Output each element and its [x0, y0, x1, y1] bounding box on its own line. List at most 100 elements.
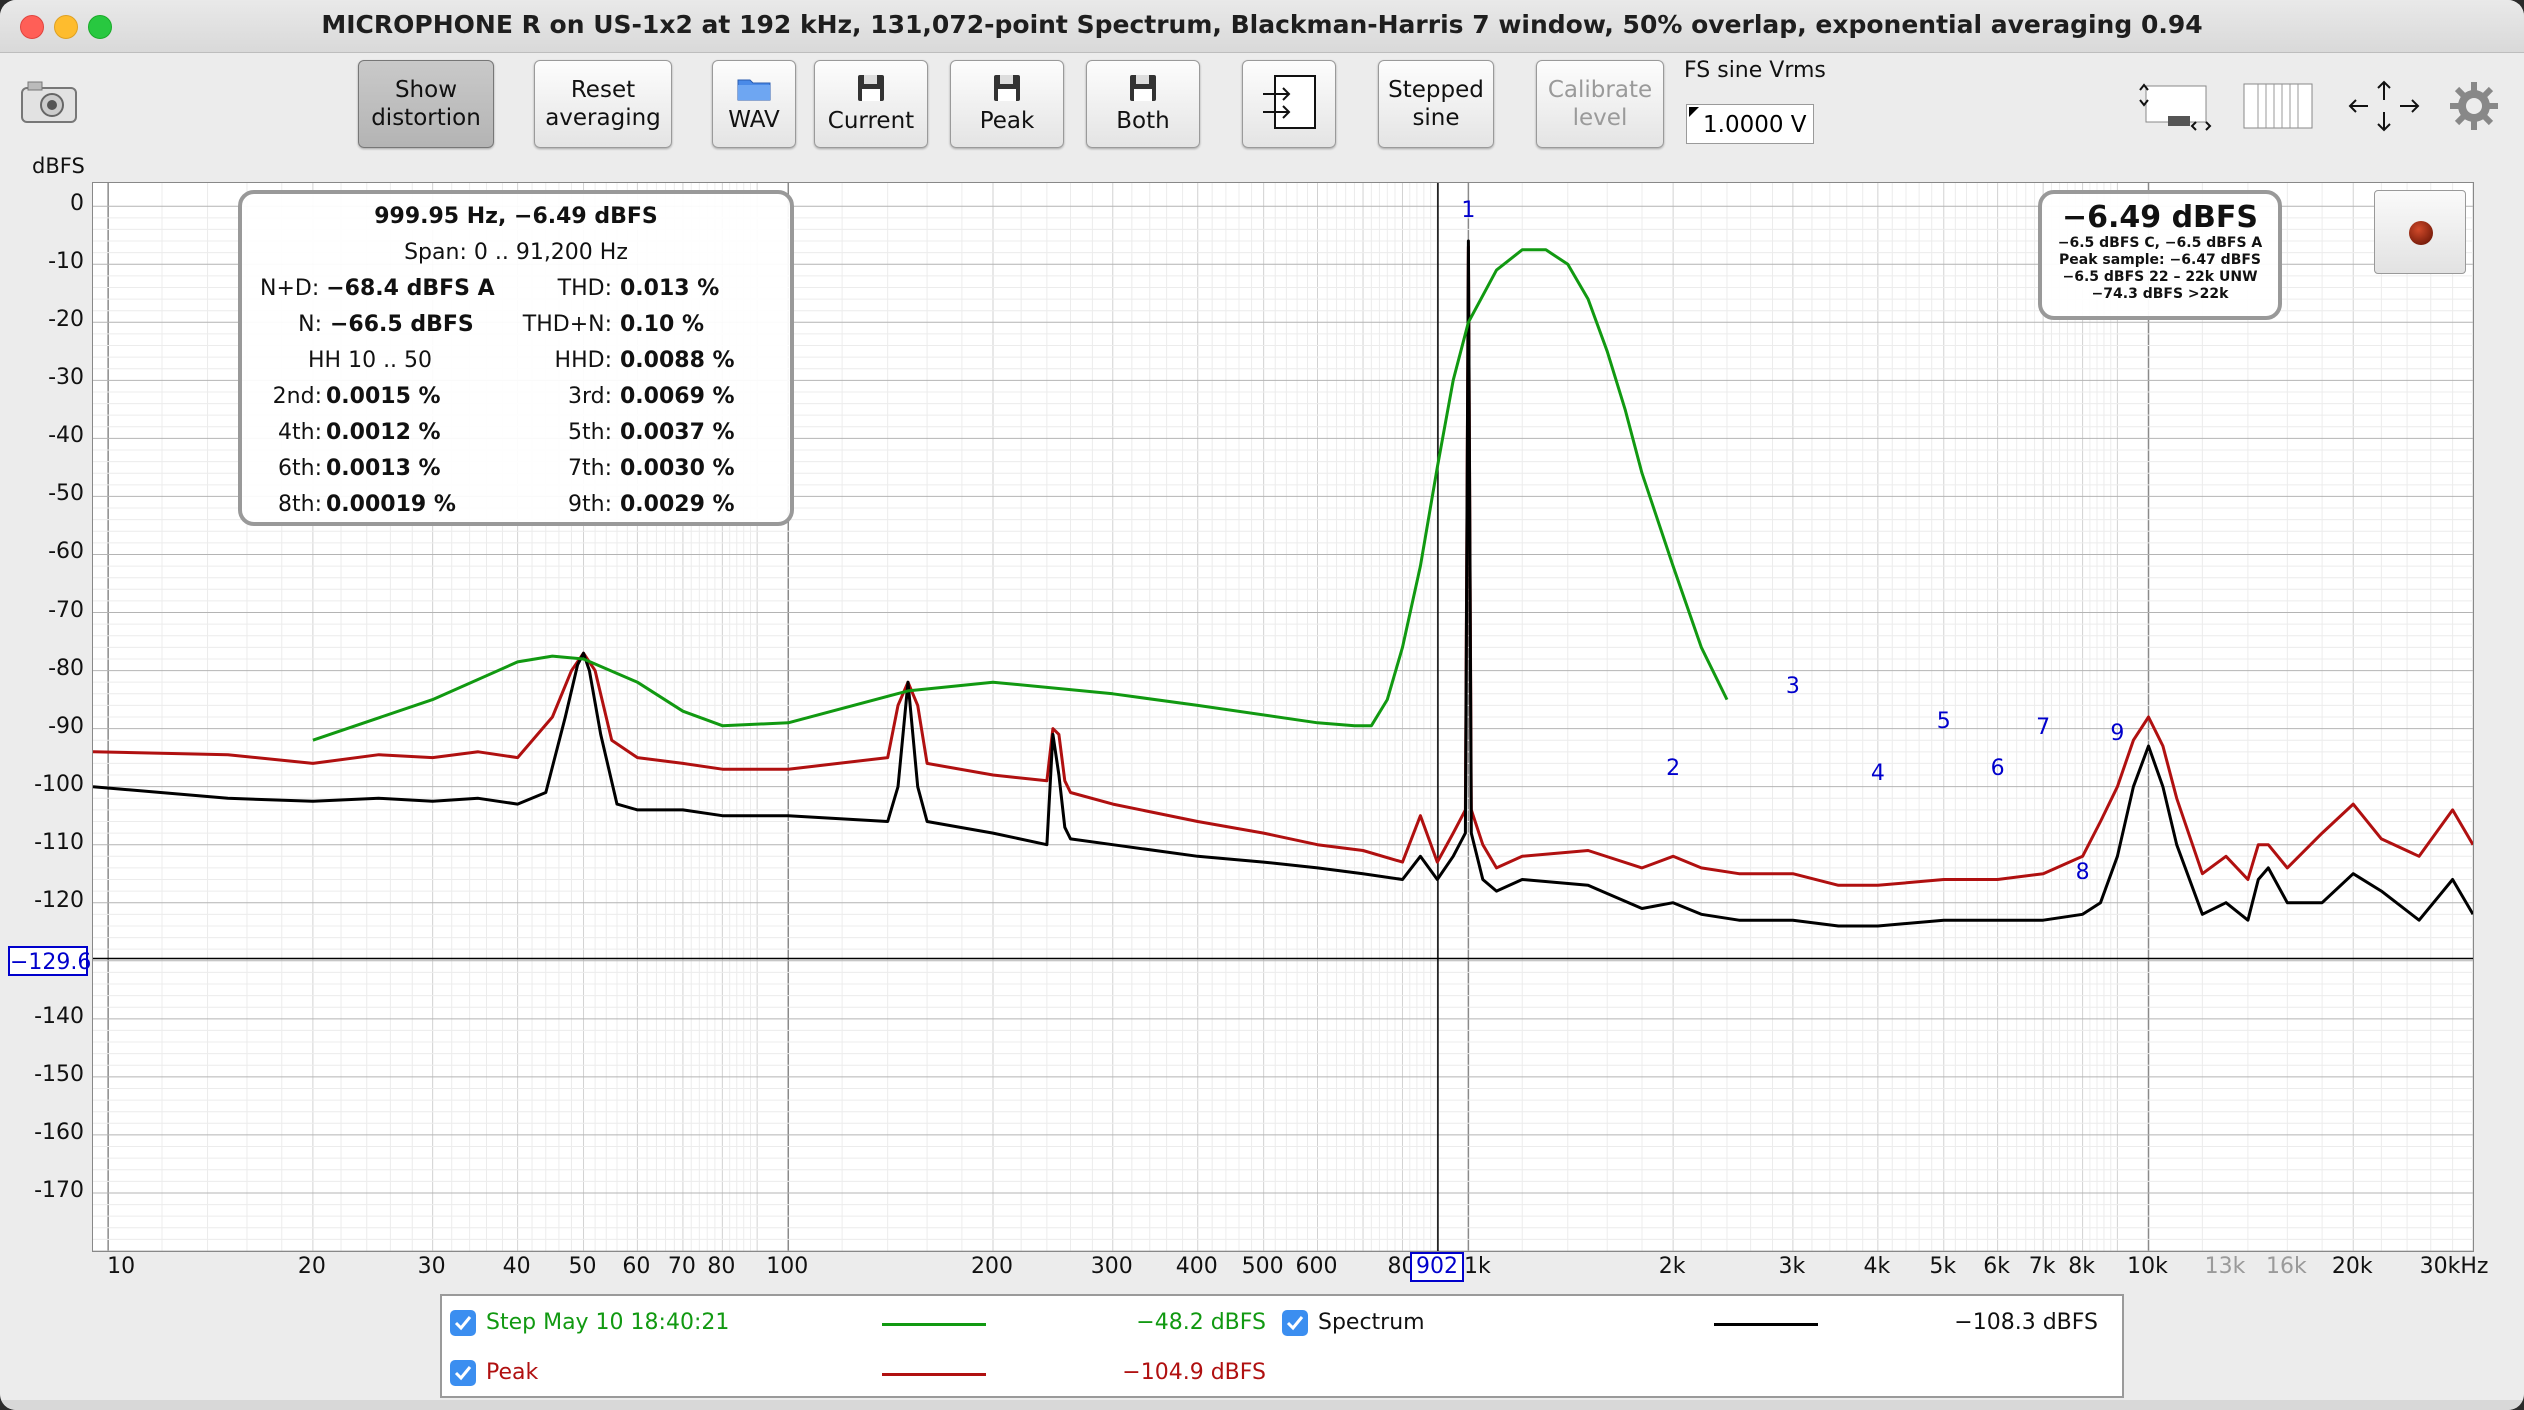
y-tick-label: 0 — [70, 191, 84, 217]
harmonic-marker-1: 1 — [1461, 198, 1476, 224]
h5-value: 0.0037 % — [620, 420, 735, 445]
y-cursor-readout[interactable]: −129.6 — [8, 946, 91, 976]
level-unweighted: −6.5 dBFS 22 – 22k UNW — [2062, 269, 2258, 285]
save-current-button[interactable]: Current — [814, 60, 928, 148]
y-tick-label: -160 — [34, 1119, 84, 1145]
show-distortion-button[interactable]: Show distortion — [358, 60, 494, 148]
spectrum-checkbox[interactable] — [1282, 1310, 1308, 1336]
wav-label: WAV — [728, 107, 780, 133]
y-tick-label: -80 — [48, 655, 84, 681]
spectrum-legend-value: −108.3 dBFS — [1954, 1310, 2098, 1335]
fs-sine-value: 1.0000 V — [1703, 112, 1807, 138]
level-weighted: −6.5 dBFS C, −6.5 dBFS A — [2057, 235, 2263, 251]
x-tick-label: 100 — [766, 1254, 809, 1279]
expand-arrows-icon[interactable] — [2346, 78, 2422, 138]
peak-legend-value: −104.9 dBFS — [1122, 1360, 1266, 1385]
gear-icon[interactable] — [2448, 80, 2500, 136]
x-tick-label: 5k — [1929, 1254, 1957, 1279]
stepped-sine-label: Stepped sine — [1388, 77, 1484, 131]
save-peak-button[interactable]: Peak — [950, 60, 1064, 148]
floppy-disk-icon — [1130, 75, 1156, 101]
save-both-button[interactable]: Both — [1086, 60, 1200, 148]
columns-layout-icon[interactable] — [2240, 80, 2316, 136]
x-tick-label: 3k — [1778, 1254, 1806, 1279]
zoom-window-button[interactable] — [88, 15, 112, 39]
x-tick-label: 20k — [2331, 1254, 2373, 1279]
y-tick-label: -30 — [48, 365, 84, 391]
calibrate-level-label: Calibrate level — [1547, 77, 1653, 131]
level-main: −6.49 dBFS — [2061, 200, 2259, 235]
x-cursor-readout[interactable]: 902 — [1410, 1252, 1464, 1282]
thdn-value: 0.10 % — [620, 312, 704, 337]
field-corner-icon — [1689, 107, 1699, 117]
x-tick-label: 50 — [568, 1254, 597, 1279]
harmonic-marker-7: 7 — [2036, 715, 2051, 741]
stepped-sine-button[interactable]: Stepped sine — [1378, 60, 1494, 148]
y-tick-label: -120 — [34, 887, 84, 913]
x-tick-label: 6k — [1983, 1254, 2010, 1279]
x-tick-label: 600 — [1295, 1254, 1338, 1279]
record-button[interactable] — [2374, 190, 2466, 274]
distortion-info-panel[interactable]: 999.95 Hz, −6.49 dBFS Span: 0 .. 91,200 … — [238, 190, 794, 526]
thdn-label: THD+N: — [522, 312, 612, 337]
spectrum-legend-label: Spectrum — [1318, 1310, 1425, 1335]
x-tick-label: 16k — [2265, 1254, 2307, 1279]
x-tick-label: 4k — [1863, 1254, 1891, 1279]
checkmark-icon — [1286, 1316, 1304, 1331]
x-tick-label: 30kHz — [2419, 1254, 2489, 1279]
input-arrows-icon — [1263, 75, 1316, 129]
h7-value: 0.0030 % — [620, 456, 735, 481]
both-label: Both — [1116, 108, 1170, 134]
folder-icon — [737, 79, 771, 101]
h3-value: 0.0069 % — [620, 384, 735, 409]
input-select-button[interactable] — [1242, 60, 1336, 148]
y-tick-label: -90 — [48, 713, 84, 739]
h9-value: 0.0029 % — [620, 492, 735, 517]
x-tick-label: 13k — [2204, 1254, 2246, 1279]
harmonic-marker-4: 4 — [1870, 761, 1885, 787]
y-tick-label: -50 — [48, 481, 84, 507]
harmonic-marker-9: 9 — [2110, 720, 2125, 746]
x-tick-label: 7k — [2028, 1254, 2056, 1279]
y-tick-label: -140 — [34, 1003, 84, 1029]
info-span: Span: 0 .. 91,200 Hz — [404, 240, 628, 265]
step-checkbox[interactable] — [450, 1310, 476, 1336]
y-tick-label: -110 — [34, 829, 84, 855]
x-tick-label: 200 — [971, 1254, 1013, 1279]
wav-button[interactable]: WAV — [712, 60, 796, 148]
h5-label: 5th: — [568, 420, 612, 445]
step-legend-value: −48.2 dBFS — [1136, 1310, 1266, 1335]
reset-averaging-label: Reset averaging — [545, 77, 661, 131]
camera-icon[interactable] — [18, 78, 80, 130]
layout-compact-icon[interactable] — [2136, 80, 2212, 136]
h7-label: 7th: — [568, 456, 612, 481]
hhd-label: HHD: — [554, 348, 612, 373]
legend-panel: Step May 10 18:40:21 −48.2 dBFS Spectrum… — [440, 1294, 2124, 1398]
app-window: MICROPHONE R on US-1x2 at 192 kHz, 131,0… — [0, 0, 2524, 1410]
level-readout-panel: −6.49 dBFS −6.5 dBFS C, −6.5 dBFS A Peak… — [2038, 190, 2282, 320]
x-tick-label: 80 — [707, 1254, 736, 1279]
close-window-button[interactable] — [20, 15, 44, 39]
calibrate-level-button[interactable]: Calibrate level — [1536, 60, 1664, 148]
x-tick-label: 2k — [1658, 1254, 1686, 1279]
thd-value: 0.013 % — [620, 276, 720, 301]
y-tick-label: -60 — [48, 539, 84, 565]
minimize-window-button[interactable] — [54, 15, 78, 39]
reset-averaging-button[interactable]: Reset averaging — [534, 60, 672, 148]
peak-label: Peak — [979, 108, 1035, 134]
fs-sine-label: FS sine Vrms — [1684, 58, 1826, 83]
x-tick-label: 300 — [1090, 1254, 1133, 1279]
x-tick-1k: 1k — [1464, 1254, 1491, 1279]
show-distortion-label: Show distortion — [371, 77, 481, 131]
h9-label: 9th: — [568, 492, 612, 517]
h3-label: 3rd: — [567, 384, 612, 409]
peak-checkbox[interactable] — [450, 1360, 476, 1386]
x-tick-label: 30 — [417, 1254, 446, 1279]
harmonic-marker-3: 3 — [1785, 674, 1800, 700]
step-legend-line — [882, 1323, 986, 1326]
floppy-disk-icon — [994, 75, 1020, 101]
title-bar: MICROPHONE R on US-1x2 at 192 kHz, 131,0… — [0, 0, 2524, 53]
y-tick-label: -40 — [48, 423, 84, 449]
spectrum-legend-line — [1714, 1323, 1818, 1326]
fs-sine-input[interactable]: 1.0000 V — [1686, 104, 1814, 144]
